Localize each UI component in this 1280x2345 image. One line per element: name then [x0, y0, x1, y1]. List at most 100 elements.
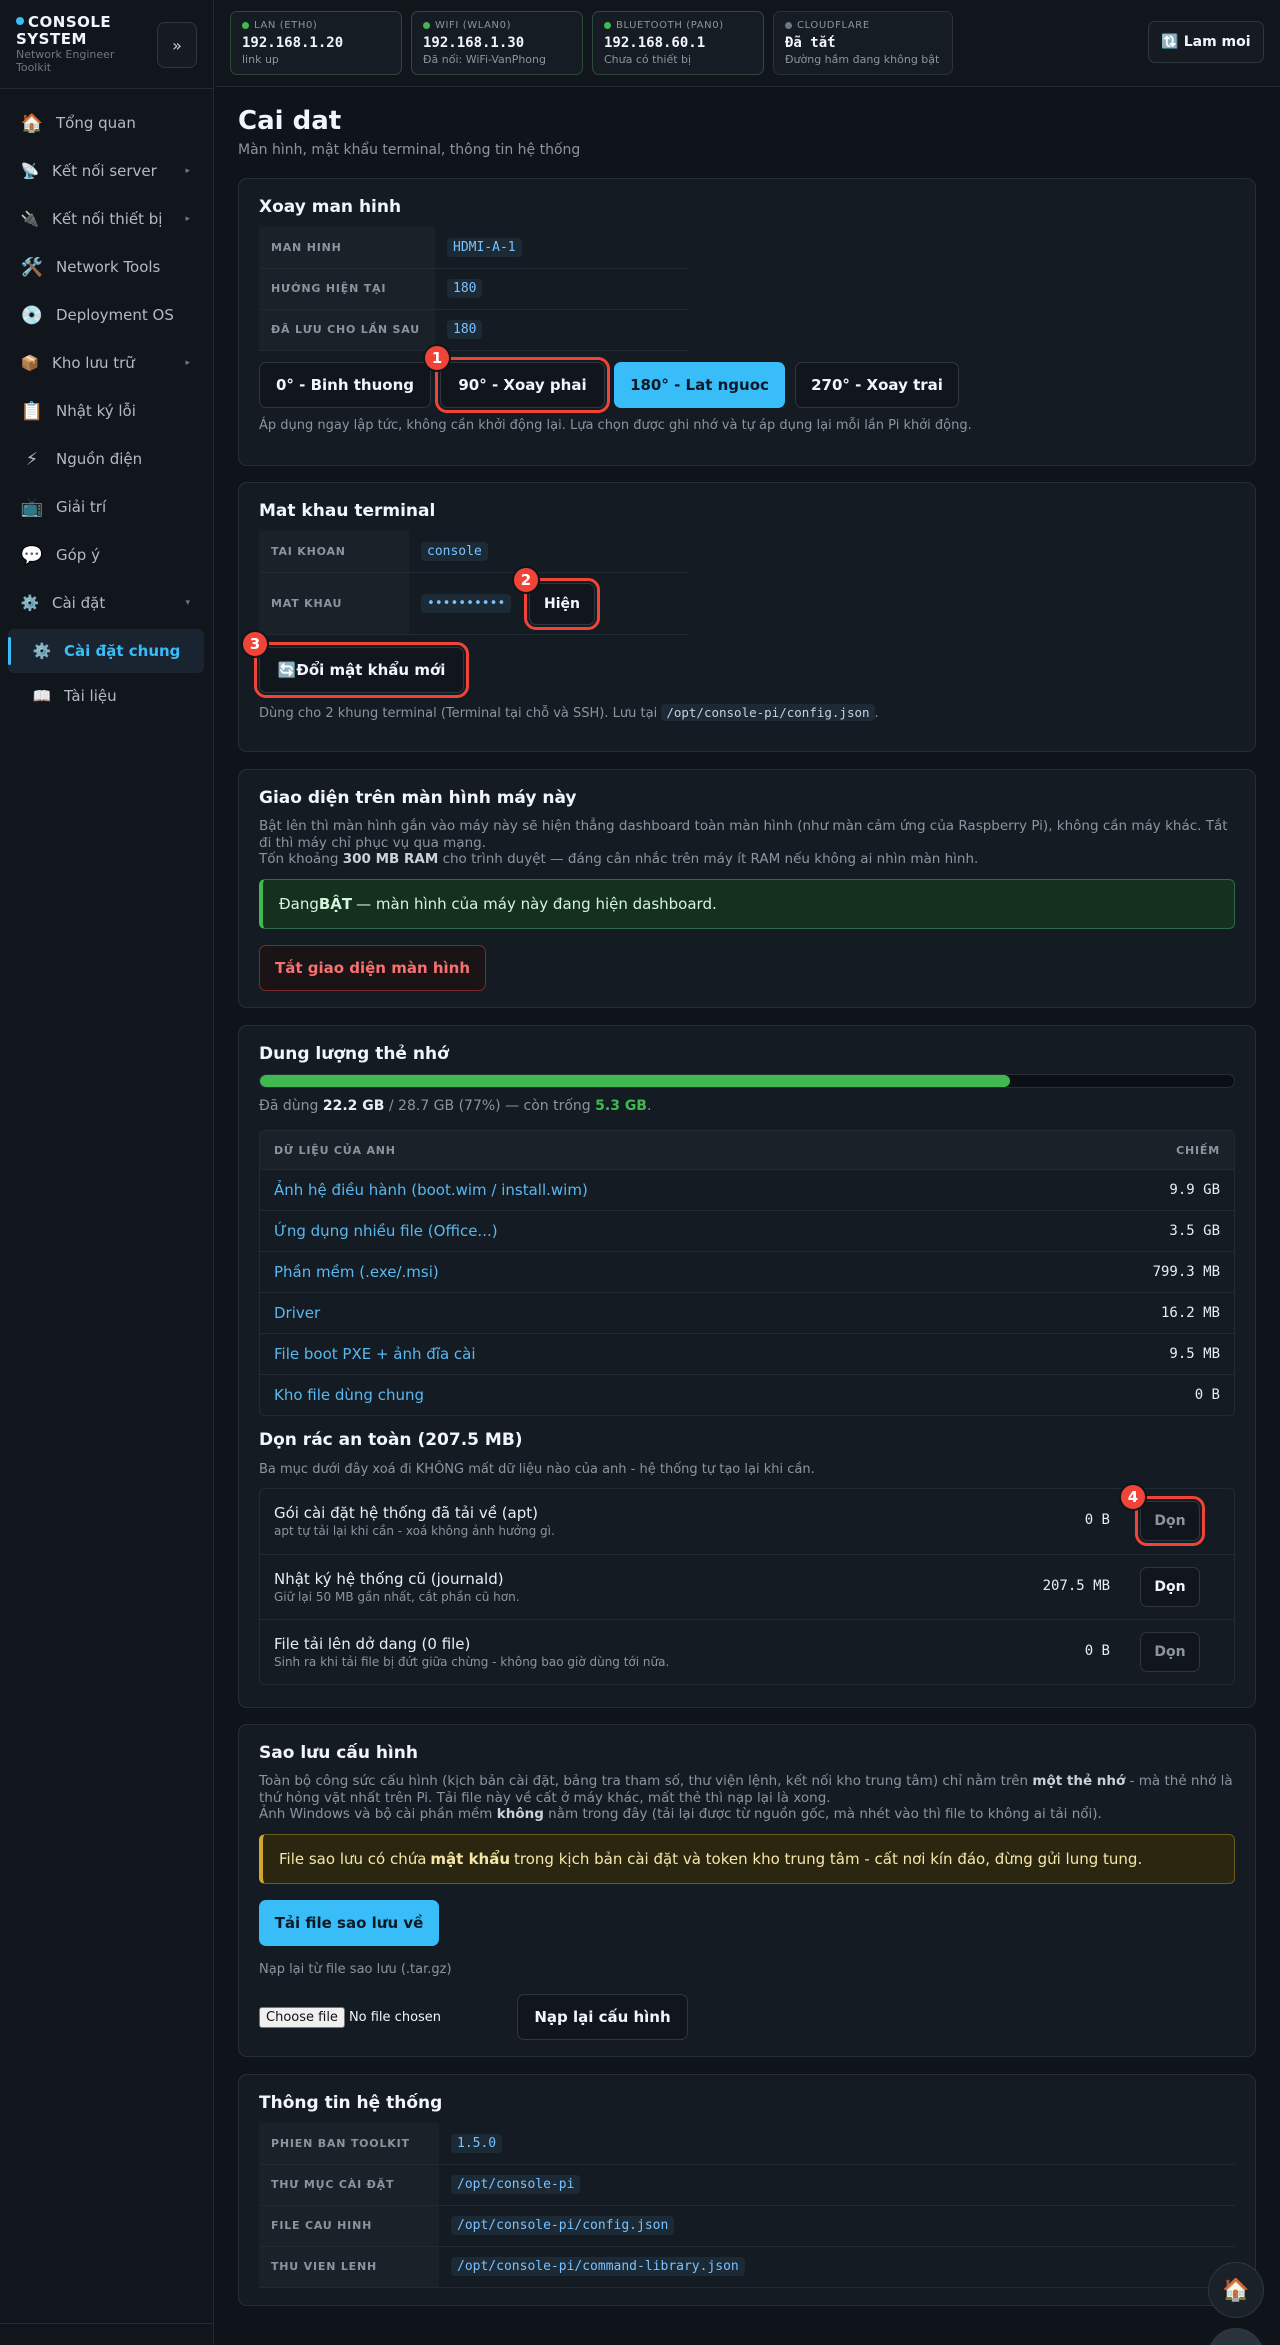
table-row: MAN HINH HDMI-A-1: [259, 227, 689, 269]
annotation-badge: 2: [512, 566, 540, 594]
home-fab-button[interactable]: 🏠: [1208, 2262, 1264, 2318]
sidebar-item-entertainment[interactable]: 📺 Giải trí: [8, 485, 204, 529]
storage-usage-bar: [259, 1074, 1235, 1088]
panel-title: Xoay man hinh: [259, 197, 402, 217]
list-item: Gói cài đặt hệ thống đã tải về (apt) apt…: [260, 1489, 1234, 1554]
refresh-button[interactable]: 🔃 Lam moi: [1148, 21, 1264, 63]
backup-description: Toàn bộ công sức cấu hình (kịch bản cài …: [259, 1773, 1233, 1806]
table-row: ĐÃ LƯU CHO LẦN SAU 180: [259, 309, 689, 351]
tools-icon: 🛠️: [20, 256, 44, 278]
kiosk-ram-note: Tốn khoảng 300 MB RAM cho trình duyệt — …: [259, 851, 979, 867]
panel-title: Sao lưu cấu hình: [259, 1743, 418, 1763]
table-row[interactable]: Driver 16.2 MB: [260, 1292, 1234, 1333]
table-row: TAI KHOAN console: [259, 531, 689, 573]
table-row[interactable]: Ảnh hệ điều hành (boot.wim / install.wim…: [260, 1169, 1234, 1210]
lightning-icon: ⚡: [25, 448, 39, 470]
storage-usage-fill: [260, 1075, 1010, 1087]
sidebar-item-network-tools[interactable]: 🛠️ Network Tools: [8, 245, 204, 289]
restore-label: Nạp lại từ file sao lưu (.tar.gz): [259, 1962, 452, 1977]
status-dot-icon: [242, 22, 249, 29]
divider: [0, 2323, 214, 2324]
rotate-90-button[interactable]: 90° - Xoay phai: [435, 357, 610, 413]
sidebar-item-settings[interactable]: ⚙️ Cài đặt ▾: [8, 581, 204, 625]
terminal-password-panel: Mat khau terminal TAI KHOAN console MAT K…: [238, 482, 1256, 752]
change-password-button[interactable]: 🔄 Đổi mật khẩu mới: [254, 642, 469, 698]
brand: CONSOLE SYSTEM Network Engineer Toolkit: [16, 14, 114, 74]
gear-icon: ⚙️: [32, 642, 52, 660]
table-header: DỮ LIỆU CỦA ANH CHIẾM: [260, 1131, 1234, 1169]
sidebar-item-storage[interactable]: 📦 Kho lưu trữ ▸: [8, 341, 204, 385]
disc-icon: 💿: [20, 304, 44, 326]
kiosk-off-button[interactable]: Tắt giao diện màn hình: [259, 945, 486, 991]
page-subtitle: Màn hình, mật khẩu terminal, thông tin h…: [238, 142, 581, 158]
chevron-right-icon: ▸: [185, 358, 190, 368]
download-backup-button[interactable]: Tải file sao lưu về: [259, 1900, 439, 1946]
clipboard-icon: 📋: [20, 400, 44, 422]
annotation-badge: 4: [1119, 1483, 1147, 1511]
show-password-button[interactable]: Hiện: [524, 578, 600, 630]
table-row: THƯ MỤC CÀI ĐẶT/opt/console-pi: [259, 2164, 1235, 2206]
rotate-180-button[interactable]: 180° - Lat nguoc: [614, 362, 785, 408]
rotate-270-button[interactable]: 270° - Xoay trai: [795, 362, 959, 408]
sidebar-item-power[interactable]: ⚡ Nguồn điện: [8, 437, 204, 481]
panel-title: Giao diện trên màn hình máy này: [259, 788, 577, 808]
kiosk-description: Bật lên thì màn hình gắn vào máy này sẽ …: [259, 818, 1228, 851]
display-info-table: MAN HINH HDMI-A-1 HƯỚNG HIỆN TẠI 180 ĐÃ LƯ…: [259, 227, 689, 351]
sidebar-item-feedback[interactable]: 💬 Góp ý: [8, 533, 204, 577]
backup-panel: Sao lưu cấu hình Toàn bộ công sức cấu hì…: [238, 1724, 1256, 2057]
sidebar-collapse-button[interactable]: »: [157, 22, 197, 68]
clean-apt-button[interactable]: Dọn: [1135, 1496, 1205, 1546]
sidebar-item-devices[interactable]: 🔌 Kết nối thiết bị ▸: [8, 197, 204, 241]
rotate-0-button[interactable]: 0° - Binh thuong: [259, 362, 431, 408]
table-row[interactable]: Kho file dùng chung 0 B: [260, 1374, 1234, 1415]
sidebar-item-deployment[interactable]: 💿 Deployment OS: [8, 293, 204, 337]
password-mask: ••••••••••: [421, 593, 512, 613]
sidebar-item-general-settings[interactable]: ⚙️ Cài đặt chung: [8, 629, 204, 673]
brand-title: CONSOLE SYSTEM: [16, 13, 112, 48]
table-row[interactable]: Phần mềm (.exe/.msi) 799.3 MB: [260, 1251, 1234, 1292]
sidebar: CONSOLE SYSTEM Network Engineer Toolkit » …: [0, 0, 214, 2345]
sidebar-item-server[interactable]: 📡 Kết nối server ▸: [8, 149, 204, 193]
chevron-right-icon: ▸: [185, 166, 190, 176]
table-row[interactable]: File boot PXE + ảnh đĩa cài 9.5 MB: [260, 1333, 1234, 1374]
rotate-screen-panel: Xoay man hinh MAN HINH HDMI-A-1 HƯỚNG HIỆ…: [238, 178, 1256, 466]
table-row: FILE CAU HINH/opt/console-pi/config.json: [259, 2205, 1235, 2247]
table-row[interactable]: Ứng dụng nhiều file (Office...) 3.5 GB: [260, 1210, 1234, 1251]
backup-file-input[interactable]: Choose file No file chosen: [259, 2007, 441, 2028]
gear-icon: ⚙️: [20, 594, 40, 612]
system-info-panel: Thông tin hệ thống PHIEN BAN TOOLKIT 1.5.…: [238, 2074, 1256, 2306]
sidebar-item-error-log[interactable]: 📋 Nhật ký lỗi: [8, 389, 204, 433]
page-title: Cai dat: [238, 106, 342, 136]
status-dot-icon: [423, 22, 430, 29]
network-card-bluetooth: BLUETOOTH (PAN0) 192.168.60.1 Chưa có th…: [592, 11, 764, 75]
speech-bubble-icon: 💬: [20, 544, 44, 566]
refresh-icon: 🔄: [277, 661, 297, 679]
plug-icon: 🔌: [20, 210, 40, 228]
clean-title: Dọn rác an toàn (207.5 MB): [259, 1430, 523, 1450]
clean-note: Ba mục dưới đây xoá đi KHÔNG mất dữ liệu…: [259, 1462, 815, 1477]
choose-file-button[interactable]: Choose file: [259, 2007, 345, 2028]
kiosk-status-alert: Đang BẬT — màn hình của máy này đang hiệ…: [259, 879, 1235, 929]
chevron-down-icon: ▾: [185, 598, 190, 608]
sidebar-item-docs[interactable]: 📖 Tài liệu: [8, 674, 204, 718]
restore-config-button[interactable]: Nạp lại cấu hình: [517, 1994, 688, 2040]
account-table: TAI KHOAN console MAT KHAU ••••••••••: [259, 531, 689, 635]
sidebar-item-overview[interactable]: 🏠 Tổng quan: [8, 101, 204, 145]
table-row: THU VIEN LENH/opt/console-pi/command-lib…: [259, 2246, 1235, 2288]
storage-panel: Dung lượng thẻ nhớ Đã dùng 22.2 GB / 28.…: [238, 1025, 1256, 1708]
clean-list: Gói cài đặt hệ thống đã tải về (apt) apt…: [259, 1488, 1235, 1685]
status-dot-icon: [604, 22, 611, 29]
backup-exclusion-note: Ảnh Windows và bộ cài phần mềm không nằm…: [259, 1806, 1102, 1822]
panel-title: Dung lượng thẻ nhớ: [259, 1044, 449, 1064]
divider: [0, 88, 214, 89]
brand-dot-icon: [16, 17, 24, 25]
brand-subtitle: Network Engineer Toolkit: [16, 48, 115, 74]
tv-icon: 📺: [20, 496, 44, 518]
network-card-cloudflare: CLOUDFLARE Đã tắt Đường hầm đang không b…: [773, 11, 953, 75]
clean-journald-button[interactable]: Dọn: [1140, 1567, 1200, 1607]
rotate-note: Áp dụng ngay lập tức, không cần khởi độn…: [259, 418, 972, 433]
floating-action-button[interactable]: [1208, 2328, 1264, 2345]
network-card-lan: LAN (ETH0) 192.168.1.20 link up: [230, 11, 402, 75]
clean-partial-uploads-button[interactable]: Dọn: [1140, 1632, 1200, 1672]
system-info-table: PHIEN BAN TOOLKIT 1.5.0 THƯ MỤC CÀI ĐẶT/o…: [259, 2123, 1235, 2288]
